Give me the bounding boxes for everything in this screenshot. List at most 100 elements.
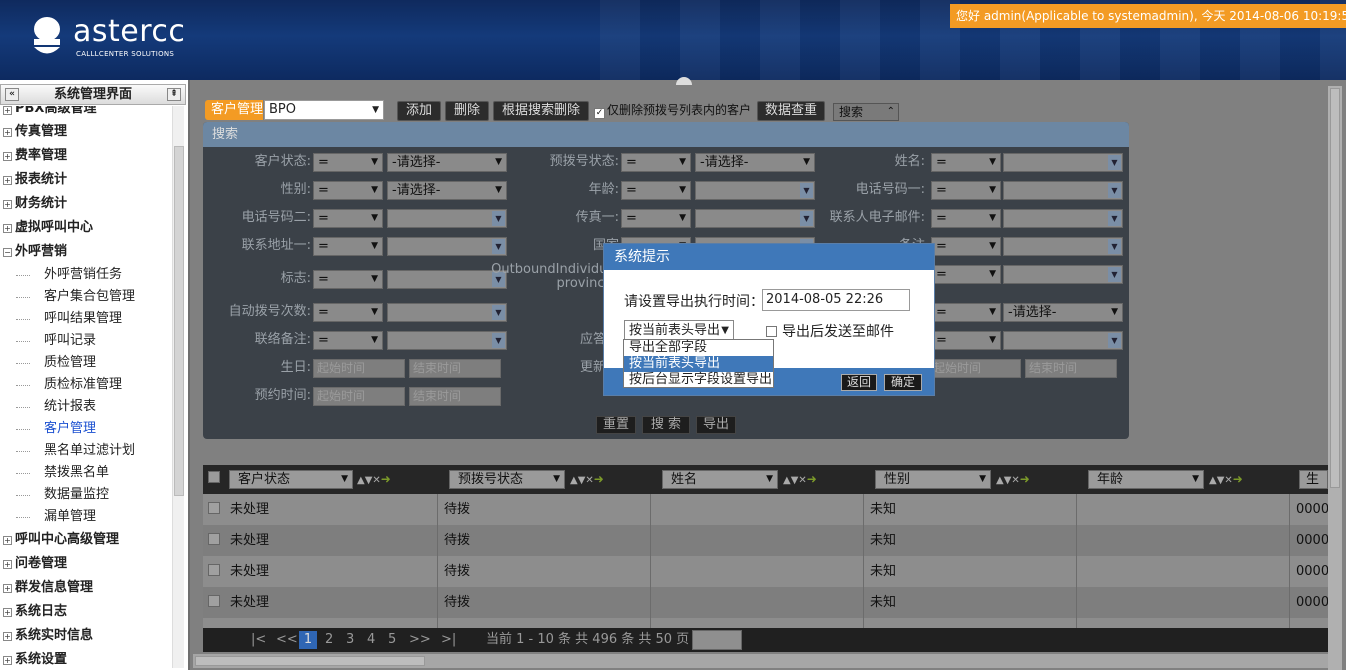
prev-page-button[interactable]: << [276, 628, 298, 652]
column-header[interactable]: 客户状态 ▼ [229, 470, 353, 489]
sidebar-item-fax[interactable]: + 传真管理 [0, 120, 172, 144]
last-page-button[interactable]: >| [441, 628, 456, 652]
sidebar-subitem[interactable]: 质检管理 [0, 352, 172, 374]
value-combo[interactable]: ▼ [387, 270, 507, 289]
operator-select[interactable]: =▼ [313, 303, 383, 322]
value-combo[interactable]: ▼ [387, 209, 507, 228]
operator-select[interactable]: =▼ [313, 331, 383, 350]
value-combo[interactable]: ▼ [387, 237, 507, 256]
operator-select[interactable]: =▼ [313, 209, 383, 228]
goto-page-input[interactable] [692, 630, 742, 650]
sidebar-item-pbx[interactable]: + PBX高级管理 [0, 106, 172, 120]
export-button[interactable]: 导出 [696, 416, 736, 434]
checkbox[interactable]: ✓ [594, 108, 605, 119]
sidebar-item-advanced-callcenter[interactable]: + 呼叫中心高级管理 [0, 528, 172, 552]
select-all-checkbox[interactable] [208, 471, 220, 483]
page-5-button[interactable]: 5 [388, 628, 396, 652]
reset-button[interactable]: 重置 [596, 416, 636, 434]
sidebar-subitem[interactable]: 质检标准管理 [0, 374, 172, 396]
operator-select[interactable]: =▼ [931, 303, 1001, 322]
page-1-button[interactable]: 1 [299, 631, 317, 649]
column-header[interactable]: 年龄 ▼ [1088, 470, 1204, 489]
row-checkbox[interactable] [208, 595, 220, 607]
value-combo[interactable]: ▼ [387, 303, 507, 322]
operator-select[interactable]: =▼ [931, 265, 1001, 284]
value-combo[interactable]: ▼ [1003, 265, 1123, 284]
search-button[interactable]: 搜 索 [642, 416, 690, 434]
value-select[interactable]: -请选择- ▼ [387, 153, 507, 172]
sidebar-scrollbar[interactable] [172, 106, 184, 668]
only-delete-option[interactable]: ✓ 仅删除预拨号列表内的客户 [594, 100, 754, 120]
row-checkbox[interactable] [208, 564, 220, 576]
table-row[interactable]: 未处理 待拨 未知 0000- [203, 525, 1334, 556]
start-date-input[interactable]: 起始时间 [313, 359, 405, 378]
horizontal-scrollbar[interactable] [193, 654, 1328, 668]
value-combo[interactable]: ▼ [1003, 331, 1123, 350]
value-select[interactable]: -请选择- ▼ [695, 153, 815, 172]
value-combo[interactable]: ▼ [387, 331, 507, 350]
value-combo[interactable]: ▼ [1003, 237, 1123, 256]
start-date-input[interactable]: 起始时间 [313, 387, 405, 406]
value-select[interactable]: -请选择- ▼ [387, 181, 507, 200]
export-mode-select[interactable]: 按当前表头导出 ▼ [624, 320, 734, 341]
value-select[interactable]: -请选择- ▼ [1003, 303, 1123, 322]
operator-select[interactable]: =▼ [621, 153, 691, 172]
row-checkbox[interactable] [208, 502, 220, 514]
sidebar-subitem[interactable]: 数据量监控 [0, 484, 172, 506]
search-toggle-button[interactable]: 搜索 ⌃ [833, 103, 899, 121]
sidebar-subitem[interactable]: 统计报表 [0, 396, 172, 418]
value-combo[interactable]: ▼ [1003, 181, 1123, 200]
sidebar-item-bulk-message[interactable]: + 群发信息管理 [0, 576, 172, 600]
dropdown-option[interactable]: 导出全部字段 [624, 340, 773, 356]
operator-select[interactable]: =▼ [313, 153, 383, 172]
sidebar-subitem[interactable]: 客户集合包管理 [0, 286, 172, 308]
value-combo[interactable]: ▼ [695, 209, 815, 228]
add-button[interactable]: 添加 [397, 101, 441, 121]
sort-filter-icons[interactable]: ▲▼✕➜ [357, 472, 391, 486]
value-combo[interactable]: ▼ [1003, 153, 1123, 172]
sort-filter-icons[interactable]: ▲▼✕➜ [996, 472, 1030, 486]
sort-filter-icons[interactable]: ▲▼✕➜ [1209, 472, 1243, 486]
table-row[interactable]: 未处理 待拨 未知 0000- [203, 556, 1334, 587]
group-select[interactable]: BPO ▼ [264, 100, 384, 120]
value-combo[interactable]: ▼ [695, 181, 815, 200]
sidebar-subitem-active[interactable]: 客户管理 [0, 418, 172, 440]
start-date-input[interactable]: 起始时间 [929, 359, 1021, 378]
sidebar-item-reports[interactable]: + 报表统计 [0, 168, 172, 192]
export-time-input[interactable]: 2014-08-05 22:26 [762, 289, 910, 311]
operator-select[interactable]: =▼ [931, 237, 1001, 256]
sidebar-item-rates[interactable]: + 费率管理 [0, 144, 172, 168]
dropdown-option[interactable]: 按后台显示字段设置导出 [624, 372, 773, 388]
operator-select[interactable]: =▼ [621, 181, 691, 200]
sidebar-subitem[interactable]: 禁拨黑名单 [0, 462, 172, 484]
scrollbar-thumb[interactable] [174, 146, 184, 496]
sort-filter-icons[interactable]: ▲▼✕➜ [570, 472, 604, 486]
page-3-button[interactable]: 3 [346, 628, 354, 652]
operator-select[interactable]: =▼ [313, 181, 383, 200]
table-row[interactable]: 未处理 待拨 未知 0000- [203, 587, 1334, 618]
value-combo[interactable]: ▼ [1003, 209, 1123, 228]
sidebar-item-logs[interactable]: + 系统日志 [0, 600, 172, 624]
sidebar-item-settings[interactable]: + 系统设置 [0, 648, 172, 670]
operator-select[interactable]: =▼ [931, 153, 1001, 172]
dropdown-option-selected[interactable]: 按当前表头导出 [624, 356, 773, 372]
delete-by-search-button[interactable]: 根据搜索删除 [493, 101, 589, 121]
sidebar-item-survey[interactable]: + 问卷管理 [0, 552, 172, 576]
end-date-input[interactable]: 结束时间 [409, 359, 501, 378]
operator-select[interactable]: =▼ [313, 237, 383, 256]
pin-icon[interactable]: ⇞ [167, 88, 181, 101]
dedupe-button[interactable]: 数据查重 [757, 101, 825, 121]
sort-filter-icons[interactable]: ▲▼✕➜ [783, 472, 817, 486]
end-date-input[interactable]: 结束时间 [1025, 359, 1117, 378]
sidebar-item-finance[interactable]: + 财务统计 [0, 192, 172, 216]
column-header[interactable]: 预拨号状态 ▼ [449, 470, 565, 489]
sidebar-subitem[interactable]: 呼叫记录 [0, 330, 172, 352]
sidebar-subitem[interactable]: 外呼营销任务 [0, 264, 172, 286]
operator-select[interactable]: =▼ [931, 181, 1001, 200]
table-row[interactable] [203, 618, 1328, 628]
collapse-icon[interactable]: « [5, 88, 19, 101]
sidebar-subitem[interactable]: 呼叫结果管理 [0, 308, 172, 330]
page-4-button[interactable]: 4 [367, 628, 375, 652]
sidebar-subitem[interactable]: 漏单管理 [0, 506, 172, 528]
row-checkbox[interactable] [208, 533, 220, 545]
